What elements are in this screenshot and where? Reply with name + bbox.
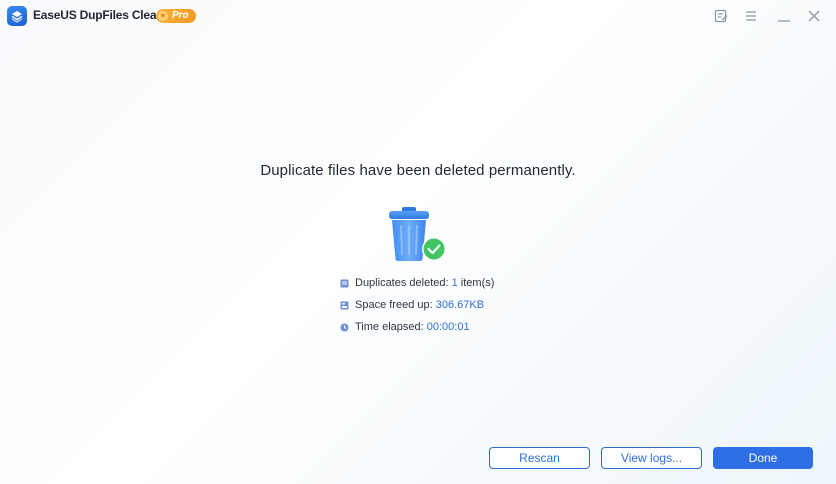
- stat-value: 00:00:01: [426, 321, 470, 333]
- clock-icon: [340, 323, 349, 332]
- done-button[interactable]: Done: [713, 447, 813, 469]
- stat-label: Space freed up:: [355, 299, 436, 311]
- menu-icon[interactable]: [742, 7, 760, 25]
- view-logs-button[interactable]: View logs...: [601, 447, 702, 469]
- stat-duplicates-deleted: Duplicates deleted: 1 item(s): [340, 276, 580, 298]
- stat-value: 306.67KB: [435, 299, 485, 311]
- result-headline: Duplicate files have been deleted perman…: [260, 162, 576, 179]
- result-stats: Duplicates deleted: 1 item(s) Space free…: [340, 276, 580, 342]
- trash-bin-check-icon: [384, 204, 448, 264]
- stat-label: Time elapsed:: [355, 321, 427, 333]
- stat-time-elapsed: Time elapsed: 00:00:01: [340, 320, 580, 342]
- app-title: EaseUS DupFiles Cleaner: [33, 8, 175, 22]
- feedback-icon[interactable]: [712, 7, 730, 25]
- close-icon[interactable]: [805, 7, 823, 25]
- app-logo-icon: [7, 6, 27, 26]
- file-icon: [340, 279, 349, 288]
- pro-badge: ★ Pro: [156, 9, 196, 23]
- stat-label: Duplicates deleted:: [355, 277, 452, 289]
- disk-icon: [340, 301, 349, 310]
- minimize-icon[interactable]: [775, 7, 793, 25]
- stat-space-freed: Space freed up: 306.67KB: [340, 298, 580, 320]
- rescan-button[interactable]: Rescan: [489, 447, 590, 469]
- app-window: EaseUS DupFiles Cleaner ★ Pro Duplicate …: [0, 0, 836, 484]
- pro-badge-label: Pro: [172, 10, 189, 21]
- title-bar: EaseUS DupFiles Cleaner ★ Pro: [0, 0, 836, 34]
- stat-suffix: item(s): [457, 277, 495, 289]
- star-icon: ★: [158, 11, 168, 21]
